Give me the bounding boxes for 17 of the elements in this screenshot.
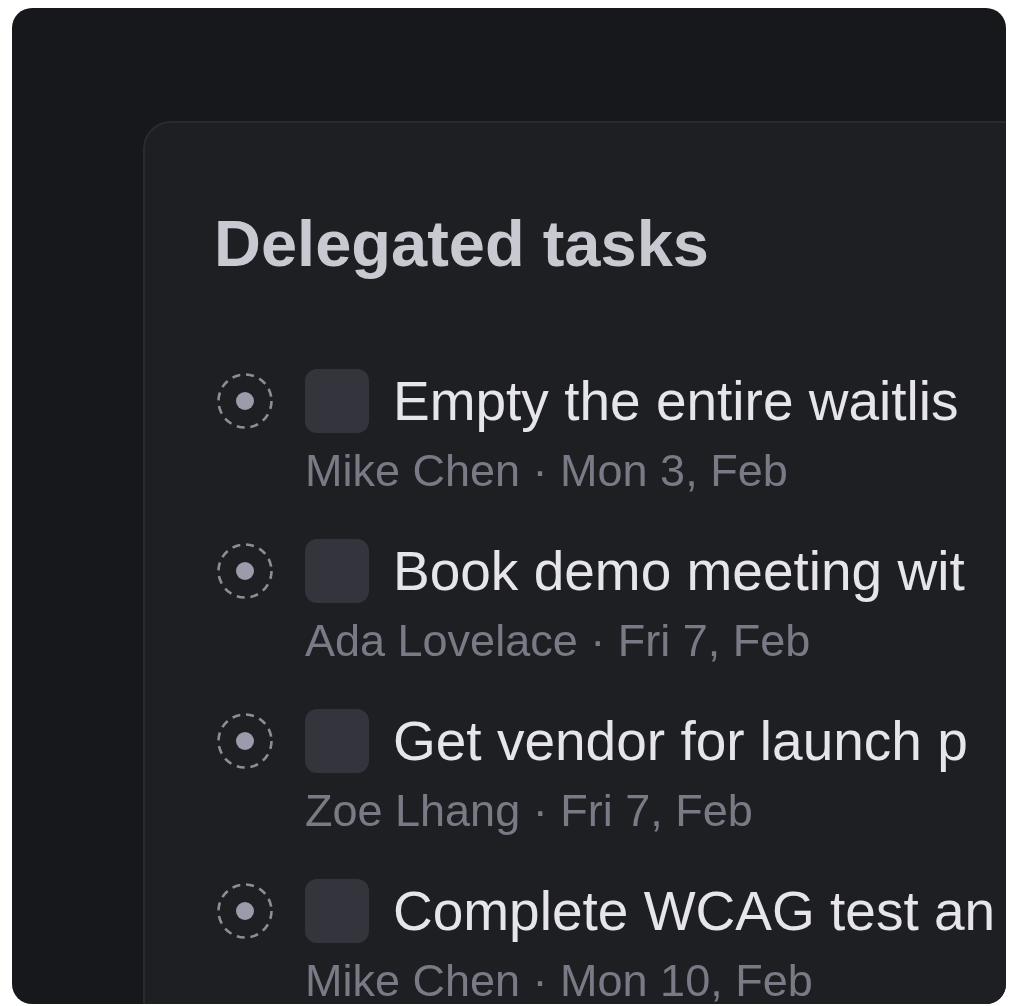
checkbox[interactable] (305, 539, 369, 603)
task-title: Book demo meeting wit (393, 539, 965, 603)
task-meta: Zoe Lhang · Fri 7, Feb (305, 789, 754, 833)
checkbox[interactable] (305, 879, 369, 943)
dashed-circle-icon (217, 713, 273, 769)
task-meta: Mike Chen · Mon 3, Feb (305, 449, 789, 493)
dashed-circle-icon (217, 373, 273, 429)
dashed-circle-icon (217, 543, 273, 599)
checkbox[interactable] (305, 709, 369, 773)
task-meta: Mike Chen · Mon 10, Feb (305, 959, 814, 1003)
task-title: Get vendor for launch p (393, 709, 968, 773)
task-meta: Ada Lovelace · Fri 7, Feb (305, 619, 812, 663)
task-title: Complete WCAG test an (393, 879, 996, 943)
checkbox[interactable] (305, 369, 369, 433)
card-title: Delegated tasks (214, 206, 710, 282)
dashed-circle-icon (217, 883, 273, 939)
task-title: Empty the entire waitlis (393, 369, 959, 433)
